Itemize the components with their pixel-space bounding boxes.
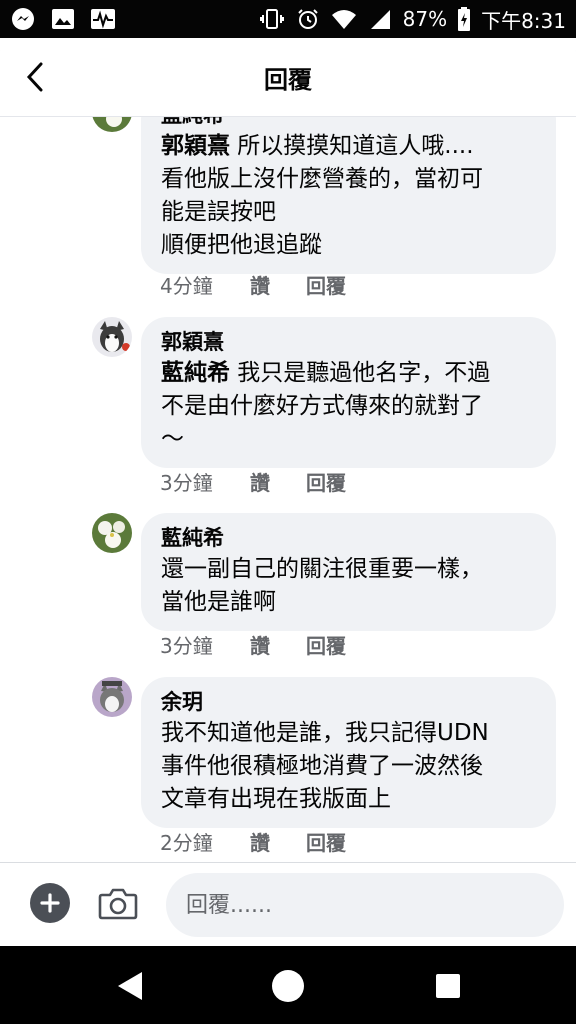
gallery-icon xyxy=(50,6,76,32)
comment-text-line: 事件他很積極地消費了一波然後 xyxy=(161,753,483,779)
system-nav-bar xyxy=(0,946,576,1024)
nav-recents-button[interactable] xyxy=(430,968,466,1004)
comment-text-line: 我不知道他是誰，我只記得UDN xyxy=(161,720,489,746)
mention-link[interactable]: 藍純希 xyxy=(161,360,230,386)
comment-text-line: 看他版上沒什麼營養的，當初可 xyxy=(161,166,483,192)
comment-text-line: 我只是聽過他名字，不過 xyxy=(230,360,491,386)
reply-input[interactable] xyxy=(166,873,564,937)
comment-text-line: 當他是誰啊 xyxy=(161,589,276,615)
page-title: 回覆 xyxy=(264,65,312,94)
comment-text-line: 不是由什麼好方式傳來的就對了 xyxy=(161,393,483,419)
mention-link[interactable]: 郭穎熹 xyxy=(161,133,230,159)
comment-time: 4分鐘 xyxy=(160,274,213,298)
comment-time: 3分鐘 xyxy=(160,471,213,495)
alarm-icon xyxy=(295,6,321,32)
comment-text-line: ～ xyxy=(161,426,184,452)
comment-bubble[interactable]: 藍純希 還一副自己的關注很重要一樣， 當他是誰啊 xyxy=(141,513,556,631)
comment-bubble[interactable]: 郭穎熹 藍純希 我只是聽過他名字，不過 不是由什麼好方式傳來的就對了 ～ xyxy=(141,317,556,468)
avatar[interactable] xyxy=(92,116,132,132)
signal-icon xyxy=(367,6,393,32)
pulse-icon xyxy=(90,6,116,32)
comment-author[interactable]: 郭穎熹 xyxy=(161,327,536,357)
vibrate-icon xyxy=(259,6,285,32)
nav-home-button[interactable] xyxy=(270,968,306,1004)
avatar[interactable] xyxy=(92,677,132,717)
comment-meta: 3分鐘 讚 回覆 xyxy=(160,630,346,659)
back-button[interactable] xyxy=(18,60,52,94)
battery-icon xyxy=(457,6,471,32)
comment-text-line: 能是誤按吧 xyxy=(161,199,276,225)
comment-meta: 4分鐘 讚 回覆 xyxy=(160,270,346,299)
comment-author[interactable]: 藍純希 xyxy=(161,523,536,553)
reply-button[interactable]: 回覆 xyxy=(306,467,346,496)
comment-author[interactable]: 余玥 xyxy=(161,687,536,717)
comment-author[interactable]: 藍純希 xyxy=(161,116,536,130)
comment-time: 3分鐘 xyxy=(160,634,213,658)
reply-button[interactable]: 回覆 xyxy=(306,827,346,856)
comment-time: 2分鐘 xyxy=(160,831,213,855)
comment-bubble[interactable]: 余玥 我不知道他是誰，我只記得UDN 事件他很積極地消費了一波然後 文章有出現在… xyxy=(141,677,556,828)
like-button[interactable]: 讚 xyxy=(250,827,306,856)
plus-icon xyxy=(40,893,60,913)
reply-button[interactable]: 回覆 xyxy=(306,630,346,659)
triangle-back-icon xyxy=(118,972,142,1000)
comment-text-line: 文章有出現在我版面上 xyxy=(161,786,391,812)
nav-back-button[interactable] xyxy=(112,968,148,1004)
comment-text: 藍純希 我只是聽過他名字，不過 xyxy=(161,357,536,390)
back-arrow-icon xyxy=(26,62,43,92)
comment-text-line: 還一副自己的關注很重要一樣， xyxy=(161,556,483,582)
reply-button[interactable]: 回覆 xyxy=(306,270,346,299)
messenger-icon xyxy=(10,6,36,32)
like-button[interactable]: 讚 xyxy=(250,467,306,496)
like-button[interactable]: 讚 xyxy=(250,630,306,659)
circle-home-icon xyxy=(272,970,304,1002)
status-time: 下午8:31 xyxy=(481,8,566,33)
comment-meta: 3分鐘 讚 回覆 xyxy=(160,467,346,496)
add-button[interactable] xyxy=(30,883,70,923)
comment-text: 郭穎熹 所以摸摸知道這人哦.... xyxy=(161,130,536,163)
avatar[interactable] xyxy=(92,317,132,357)
wifi-icon xyxy=(331,6,357,32)
comment-text-line: 順便把他退追蹤 xyxy=(161,232,322,258)
camera-icon xyxy=(98,888,138,920)
comment-list[interactable]: 藍純希 郭穎熹 所以摸摸知道這人哦.... 看他版上沒什麼營養的，當初可 能是誤… xyxy=(0,116,576,862)
comment-meta: 2分鐘 讚 回覆 xyxy=(160,827,346,856)
comment-bubble[interactable]: 藍純希 郭穎熹 所以摸摸知道這人哦.... 看他版上沒什麼營養的，當初可 能是誤… xyxy=(141,116,556,274)
square-recents-icon xyxy=(436,974,460,998)
reply-composer xyxy=(0,862,576,946)
header: 回覆 xyxy=(0,38,576,116)
comment-text-line: 所以摸摸知道這人哦.... xyxy=(230,133,474,159)
status-bar: 87% 下午8:31 xyxy=(0,0,576,38)
like-button[interactable]: 讚 xyxy=(250,270,306,299)
avatar[interactable] xyxy=(92,513,132,553)
battery-percent: 87% xyxy=(402,7,448,31)
camera-button[interactable] xyxy=(98,885,138,921)
